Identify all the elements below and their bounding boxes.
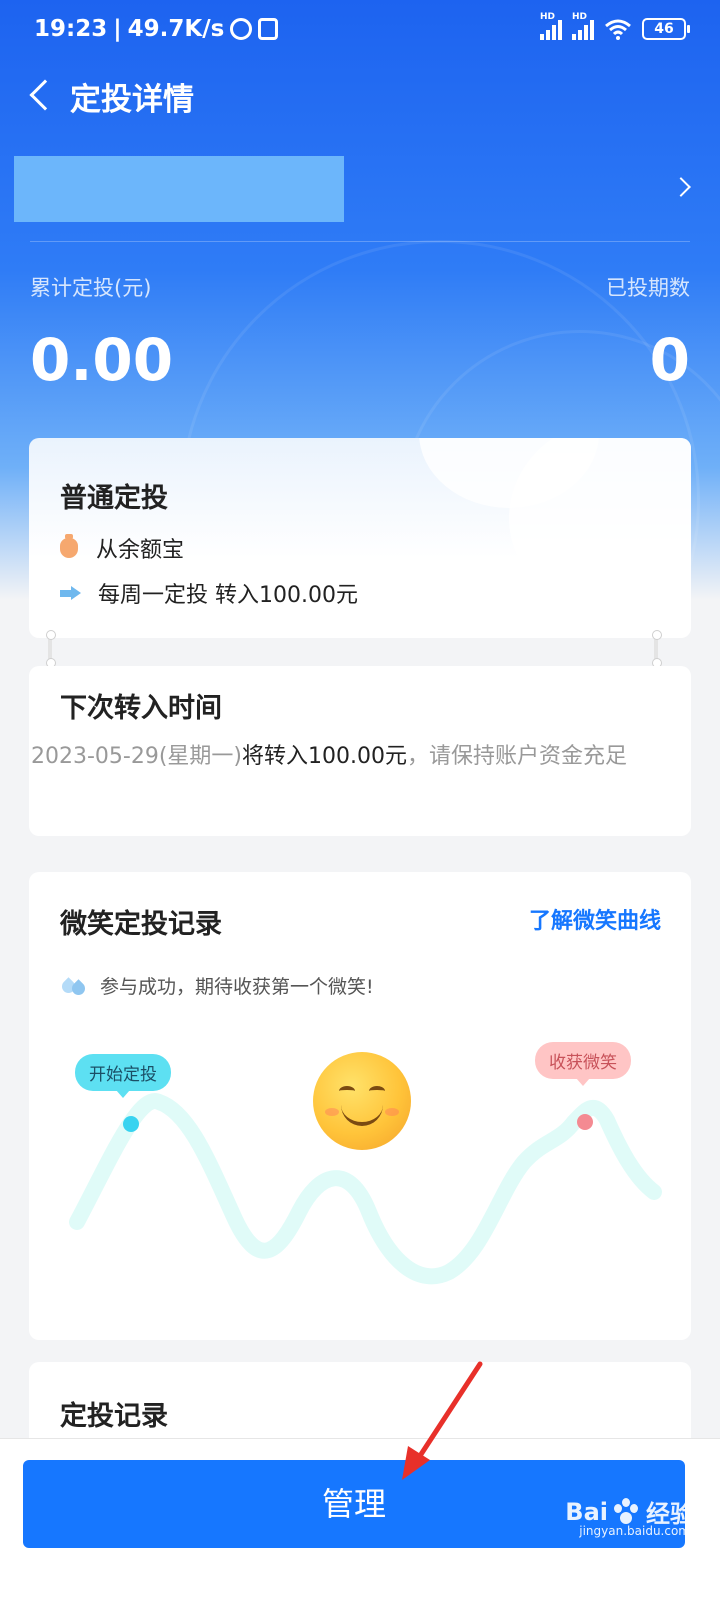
- cellular-signal-icon: HD: [540, 12, 562, 40]
- paw-logo-icon: [612, 1497, 642, 1526]
- next-transfer-text: 2023-05-29(星期一)将转入100.00元，请保持账户资金充足: [31, 738, 641, 776]
- smiley-eye: [339, 1086, 355, 1096]
- status-right: HD HD 46: [540, 12, 690, 40]
- network-speed: 49.7K/s: [127, 16, 225, 42]
- battery-icon: 46: [642, 18, 690, 40]
- cellular-signal-icon: HD: [572, 12, 594, 40]
- smile-tip-text: 参与成功，期待收获第一个微笑!: [100, 976, 374, 998]
- nfc-icon: [258, 18, 279, 40]
- next-transfer-note: ，请保持账户资金充足: [407, 744, 628, 769]
- start-invest-tag: 开始定投: [75, 1054, 171, 1098]
- smiley-eye: [369, 1086, 385, 1096]
- next-transfer-amount: 将转入100.00元: [242, 744, 408, 769]
- smile-tip-row: 参与成功，期待收获第一个微笑!: [60, 972, 374, 999]
- money-bag-icon: [60, 534, 78, 558]
- plan-source-row: 从余额宝: [60, 532, 184, 564]
- arrow-right-icon: [60, 586, 81, 600]
- start-dot: [123, 1116, 139, 1132]
- records-title: 定投记录: [60, 1401, 168, 1432]
- plan-title: 普通定投: [60, 483, 168, 514]
- status-left: 19:23 | 49.7K/s: [34, 16, 279, 42]
- plan-schedule-row: 每周一定投 转入100.00元: [60, 577, 358, 609]
- smiley-face-icon: [313, 1052, 411, 1150]
- card-connector: [652, 630, 662, 668]
- smiley-mouth: [341, 1104, 383, 1126]
- periods-label: 已投期数: [606, 276, 690, 300]
- chevron-right-icon: [671, 177, 691, 197]
- nav-bar: 定投详情: [0, 70, 720, 120]
- next-transfer-date: 2023-05-29(星期一): [31, 744, 243, 769]
- fund-name-redacted: [14, 156, 344, 222]
- smile-title: 微笑定投记录: [60, 909, 222, 940]
- learn-smile-curve-link[interactable]: 了解微笑曲线: [529, 903, 661, 935]
- smile-record-card: 微笑定投记录 了解微笑曲线 参与成功，期待收获第一个微笑! 开始定投 收获微笑: [29, 872, 691, 1340]
- status-separator: |: [113, 16, 122, 42]
- alarm-icon: [230, 18, 253, 40]
- watermark-url: jingyan.baidu.com: [579, 1524, 690, 1538]
- plan-card: 普通定投 从余额宝 每周一定投 转入100.00元: [29, 438, 691, 638]
- card-connector: [46, 630, 56, 668]
- status-time: 19:23: [34, 16, 108, 42]
- total-invested-label: 累计定投(元): [30, 276, 152, 300]
- droplet-icon: [60, 974, 88, 998]
- periods-value: 0: [649, 326, 690, 394]
- page-title: 定投详情: [70, 82, 194, 118]
- fund-row[interactable]: [14, 156, 698, 222]
- harvest-smile-tag: 收获微笑: [535, 1042, 631, 1086]
- decor-bubble: [509, 438, 691, 618]
- back-button[interactable]: [22, 76, 61, 116]
- plan-schedule: 每周一定投 转入100.00元: [98, 583, 358, 608]
- wifi-icon: [605, 19, 631, 40]
- end-dot: [577, 1114, 593, 1130]
- smiley-blush: [385, 1108, 399, 1116]
- smiley-blush: [325, 1108, 339, 1116]
- plan-source: 从余额宝: [96, 538, 185, 563]
- total-invested-value: 0.00: [30, 326, 174, 394]
- chevron-left-icon: [29, 79, 61, 111]
- next-transfer-title: 下次转入时间: [60, 693, 222, 724]
- divider: [30, 241, 690, 242]
- watermark-brand: Bai: [565, 1497, 608, 1526]
- baidu-jingyan-watermark: Bai 经验 jingyan.baidu.com: [565, 1494, 694, 1538]
- status-bar: 19:23 | 49.7K/s HD HD 46: [0, 0, 720, 56]
